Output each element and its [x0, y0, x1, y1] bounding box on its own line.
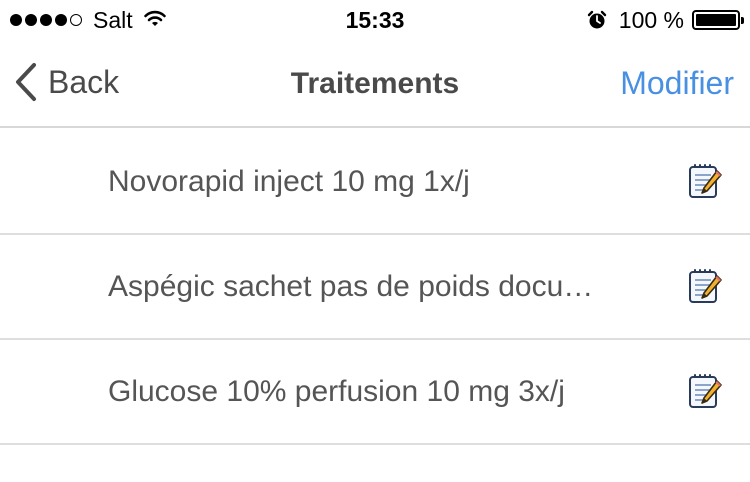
edit-note-icon[interactable]: [686, 372, 724, 410]
list-item[interactable]: Novorapid inject 10 mg 1x/j: [0, 130, 750, 235]
battery-icon: [692, 10, 744, 30]
alarm-icon: [587, 10, 607, 30]
status-bar: Salt 15:33 100 %: [0, 0, 750, 40]
list-item[interactable]: Glucose 10% perfusion 10 mg 3x/j: [0, 340, 750, 445]
treatment-label: Aspégic sachet pas de poids docu…: [108, 270, 594, 303]
status-right: 100 %: [587, 6, 744, 33]
screen: Salt 15:33 100 % Back Traitements Modifi…: [0, 0, 750, 482]
battery-level: [696, 14, 736, 26]
edit-note-icon[interactable]: [686, 267, 724, 305]
navigation-bar: Back Traitements Modifier: [0, 40, 750, 128]
treatment-list: Novorapid inject 10 mg 1x/j Aspégic sach…: [0, 130, 750, 445]
treatment-label: Glucose 10% perfusion 10 mg 3x/j: [108, 375, 565, 408]
treatment-label: Novorapid inject 10 mg 1x/j: [108, 165, 470, 198]
battery-cap: [741, 17, 744, 24]
list-item[interactable]: Aspégic sachet pas de poids docu…: [0, 235, 750, 340]
edit-note-icon[interactable]: [686, 162, 724, 200]
battery-percent: 100 %: [618, 6, 684, 33]
modify-button[interactable]: Modifier: [620, 65, 734, 102]
